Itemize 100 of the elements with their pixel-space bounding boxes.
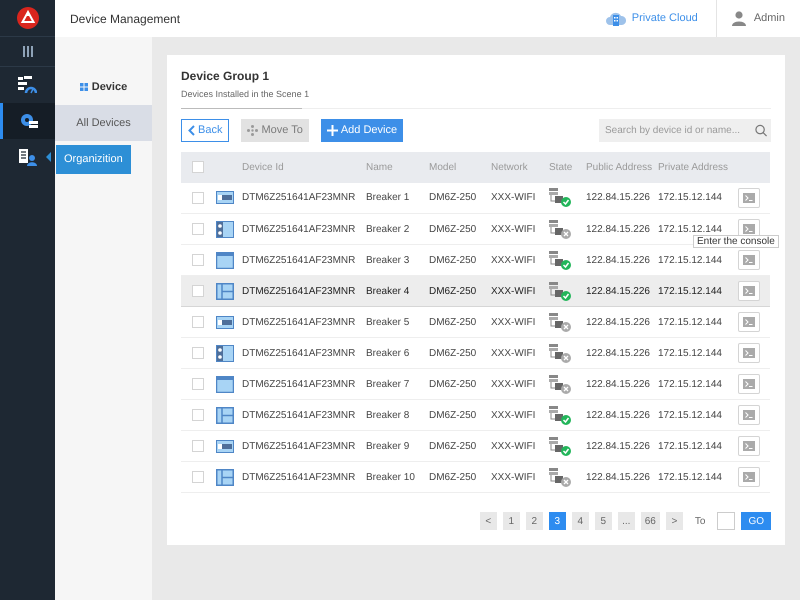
table-cell: DTM6Z251641AF23MNR xyxy=(242,410,356,420)
page-button[interactable]: 2 xyxy=(526,512,543,530)
user-menu[interactable]: Admin xyxy=(716,0,800,37)
table-cell: 172.15.12.144 xyxy=(658,316,722,328)
table-cell: 122.84.15.226 xyxy=(586,440,650,452)
row-checkbox[interactable] xyxy=(192,440,204,452)
bar-panel-icon xyxy=(216,314,234,330)
next-page-button[interactable]: > xyxy=(666,512,683,530)
table-cell: 122.84.15.226 xyxy=(586,286,650,296)
row-checkbox[interactable] xyxy=(192,346,204,359)
table-cell: 172.15.12.144 xyxy=(658,286,722,296)
search-field[interactable]: Search by device id or name... xyxy=(599,118,771,142)
table-cell: 122.84.15.226 xyxy=(586,410,650,420)
console-button[interactable] xyxy=(738,405,760,425)
terminal-icon xyxy=(743,348,755,358)
table-cell: DTM6Z251641AF23MNR xyxy=(242,316,356,328)
column-header: Public Address xyxy=(586,162,652,172)
console-button[interactable] xyxy=(738,250,760,270)
table-cell: 172.15.12.144 xyxy=(658,472,722,482)
page-button[interactable]: 3 xyxy=(548,512,566,530)
console-button[interactable] xyxy=(738,436,760,456)
table-cell: DM6Z-250 xyxy=(429,254,476,266)
search-icon xyxy=(754,124,767,136)
private-cloud-link[interactable]: Private Cloud xyxy=(600,9,716,28)
dotted-panel-icon xyxy=(216,344,234,362)
table-cell: 172.15.12.144 xyxy=(658,192,722,204)
menu-icon[interactable] xyxy=(22,46,32,57)
table-cell: XXX-WIFI xyxy=(491,472,536,482)
page-number-field[interactable] xyxy=(717,512,736,530)
table-cell: 122.84.15.226 xyxy=(586,378,650,390)
page-button[interactable]: 4 xyxy=(572,512,589,530)
add-device-button[interactable]: Add Device xyxy=(320,118,404,142)
table-cell: XXX-WIFI xyxy=(491,440,536,452)
console-button[interactable] xyxy=(738,281,760,301)
terminal-icon xyxy=(743,192,755,203)
plus-icon xyxy=(326,124,338,136)
table-cell: Breaker 9 xyxy=(366,440,410,452)
document-user-icon xyxy=(18,148,37,166)
row-checkbox[interactable] xyxy=(192,222,204,235)
console-button[interactable] xyxy=(738,312,760,332)
subnav-item[interactable]: All Devices xyxy=(55,105,152,141)
table-cell: Breaker 4 xyxy=(366,286,410,296)
row-checkbox[interactable] xyxy=(192,192,204,204)
table-cell: 122.84.15.226 xyxy=(586,192,650,204)
table-cell: DM6Z-250 xyxy=(429,316,476,328)
column-header: State xyxy=(549,162,572,172)
window-icon xyxy=(216,252,234,268)
user-icon xyxy=(732,11,746,26)
table-cell: 172.15.12.144 xyxy=(658,440,722,452)
console-button[interactable] xyxy=(738,374,760,394)
sidebar-item[interactable] xyxy=(0,103,55,139)
column-header: Name xyxy=(366,162,393,172)
row-checkbox[interactable] xyxy=(192,470,204,483)
terminal-icon xyxy=(743,472,755,482)
back-button[interactable]: Back xyxy=(181,118,230,142)
terminal-icon xyxy=(743,286,755,296)
column-header: Private Address xyxy=(658,162,728,172)
select-all-checkbox[interactable] xyxy=(192,160,204,173)
column-header: Device Id xyxy=(242,162,284,172)
table-cell: Breaker 1 xyxy=(366,192,410,204)
tooltip: Enter the console xyxy=(693,235,779,248)
table-cell: DM6Z-250 xyxy=(429,440,476,452)
table-cell: DTM6Z251641AF23MNR xyxy=(242,348,356,358)
device-section-heading: Device xyxy=(55,79,152,95)
table-cell: Breaker 8 xyxy=(366,410,410,420)
page-button[interactable]: 5 xyxy=(594,512,612,530)
table-cell: 172.15.12.144 xyxy=(658,254,722,266)
table-cell: DTM6Z251641AF23MNR xyxy=(242,472,356,482)
table-cell: XXX-WIFI xyxy=(491,192,536,204)
table-cell: XXX-WIFI xyxy=(491,410,536,420)
row-checkbox[interactable] xyxy=(192,284,204,297)
table-cell: DTM6Z251641AF23MNR xyxy=(242,224,356,234)
table-cell: DM6Z-250 xyxy=(429,192,476,204)
column-header: Model xyxy=(429,162,456,172)
console-button[interactable] xyxy=(738,343,760,363)
table-cell: XXX-WIFI xyxy=(491,224,536,234)
terminal-icon xyxy=(743,224,755,234)
terminal-icon xyxy=(743,379,755,389)
terminal-icon xyxy=(743,317,755,327)
table-cell: 172.15.12.144 xyxy=(658,224,722,234)
console-button[interactable] xyxy=(738,188,760,208)
row-checkbox[interactable] xyxy=(192,378,204,390)
table-cell: Breaker 6 xyxy=(366,348,410,358)
page-button[interactable]: ... xyxy=(618,512,635,530)
table-cell: DM6Z-250 xyxy=(429,472,476,482)
row-checkbox[interactable] xyxy=(192,408,204,421)
go-button[interactable]: GO xyxy=(741,512,771,530)
console-button[interactable] xyxy=(738,467,760,487)
dotted-panel-icon xyxy=(216,220,234,238)
split-panel-icon xyxy=(216,282,234,300)
page-button[interactable]: 66 xyxy=(640,512,660,530)
grid-icon xyxy=(80,83,88,91)
table-cell: Breaker 10 xyxy=(366,472,415,482)
table-cell: XXX-WIFI xyxy=(491,348,536,358)
row-checkbox[interactable] xyxy=(192,316,204,328)
page-button[interactable]: 1 xyxy=(502,512,520,530)
table-cell: XXX-WIFI xyxy=(491,378,536,390)
table-cell: DM6Z-250 xyxy=(429,410,476,420)
row-checkbox[interactable] xyxy=(192,254,204,266)
previous-page-button[interactable]: < xyxy=(480,512,497,530)
